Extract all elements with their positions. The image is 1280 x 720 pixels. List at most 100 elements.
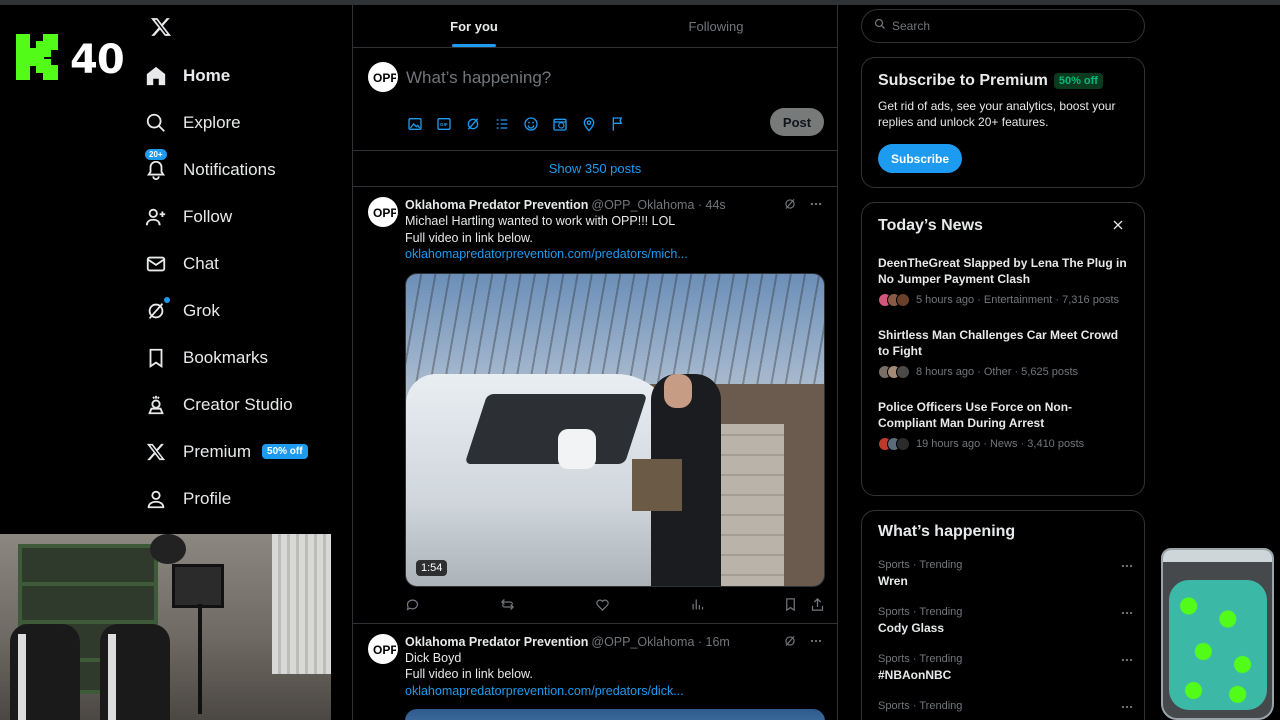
tweet[interactable]: OPP Oklahoma Predator Prevention @OPP_Ok… <box>353 624 837 720</box>
nav-item-grok[interactable]: Grok <box>140 287 340 334</box>
more-icon[interactable] <box>1120 700 1134 719</box>
like-icon[interactable] <box>595 597 610 612</box>
reply-icon[interactable] <box>405 597 420 612</box>
trend-name: Cody Glass <box>878 621 945 635</box>
svg-text:GIF: GIF <box>440 122 448 127</box>
subscribe-button[interactable]: Subscribe <box>878 144 963 173</box>
bookmark-icon[interactable] <box>783 597 798 612</box>
nav-item-creator-studio[interactable]: Creator Studio <box>140 381 340 428</box>
close-icon[interactable] <box>1110 217 1126 233</box>
news-meta: 19 hours ago · News · 3,410 posts <box>916 438 1085 450</box>
emoji-icon[interactable] <box>522 115 540 133</box>
tweet-header: Oklahoma Predator Prevention @OPP_Oklaho… <box>405 634 823 650</box>
viewer-count: 40 <box>70 36 125 83</box>
avatar-stack <box>878 293 910 307</box>
location-icon[interactable] <box>580 115 598 133</box>
more-icon[interactable] <box>1120 653 1134 672</box>
news-item[interactable]: DeenTheGreat Slapped by Lena The Plug in… <box>878 255 1128 307</box>
search-box[interactable] <box>861 9 1145 43</box>
tab-for-you[interactable]: For you <box>353 5 595 47</box>
more-icon[interactable] <box>809 197 823 216</box>
trend-item[interactable]: Sports · Trending <box>878 700 1133 712</box>
repost-icon[interactable] <box>500 597 515 612</box>
tweet-link[interactable]: oklahomapredatorprevention.com/predators… <box>405 246 823 263</box>
svg-text:OPP: OPP <box>373 643 396 657</box>
follow-icon <box>144 205 168 229</box>
author-name[interactable]: Oklahoma Predator Prevention <box>405 635 588 649</box>
more-icon[interactable] <box>1120 606 1134 625</box>
trend-meta: Sports · Trending <box>878 653 963 665</box>
nav-item-bookmarks[interactable]: Bookmarks <box>140 334 340 381</box>
stream-viewer-overlay: 40 <box>16 34 125 85</box>
avatar[interactable]: OPP <box>368 197 398 227</box>
webcam-chair <box>10 624 80 720</box>
author-handle-time[interactable]: @OPP_Oklahoma · 16m <box>591 635 729 649</box>
news-item[interactable]: Shirtless Man Challenges Car Meet Crowd … <box>878 327 1128 379</box>
show-new-posts-button[interactable]: Show 350 posts <box>353 151 837 187</box>
grok-new-dot <box>164 296 170 303</box>
premium-title: Subscribe to Premium <box>878 72 1048 89</box>
todays-news-card: Today’s News DeenTheGreat Slapped by Len… <box>861 202 1145 496</box>
premium-discount-badge: 50% off <box>262 444 308 459</box>
search-input[interactable] <box>892 19 1132 33</box>
trend-item[interactable]: Sports · Trending #NBAonNBC <box>878 653 1133 682</box>
whats-happening-card: What’s happening Sports · Trending Wren … <box>861 510 1145 720</box>
grok-icon <box>144 296 170 323</box>
schedule-icon[interactable] <box>551 115 569 133</box>
tab-following[interactable]: Following <box>595 5 837 47</box>
premium-discount-badge: 50% off <box>1053 73 1103 89</box>
nav-label: Bookmarks <box>183 347 269 367</box>
bookmark-icon <box>144 346 168 370</box>
more-icon[interactable] <box>809 634 823 653</box>
search-icon <box>874 17 886 35</box>
more-icon[interactable] <box>1120 559 1134 578</box>
x-logo-icon <box>144 440 168 464</box>
tweet-top-actions <box>783 634 823 653</box>
avatar-stack <box>878 437 910 451</box>
flag-icon[interactable] <box>609 115 627 133</box>
mail-icon <box>144 252 168 276</box>
tweet-top-actions <box>783 197 823 216</box>
grok-icon[interactable] <box>783 634 797 653</box>
nav-item-premium[interactable]: Premium 50% off <box>140 428 340 475</box>
grok-icon[interactable] <box>464 115 482 133</box>
nav-item-profile[interactable]: Profile <box>140 475 340 522</box>
nav-label: Notifications <box>183 159 276 179</box>
premium-card: Subscribe to Premium 50% off Get rid of … <box>861 57 1145 188</box>
tweet-action-bar <box>405 587 825 623</box>
tweet-video[interactable]: 1:54 <box>405 272 825 587</box>
share-icon[interactable] <box>810 597 825 612</box>
x-logo-icon[interactable] <box>144 10 178 44</box>
composer-input[interactable] <box>406 68 706 88</box>
tweet-video[interactable] <box>405 709 825 720</box>
notifications-badge: 20+ <box>144 147 168 161</box>
tweet[interactable]: OPP Oklahoma Predator Prevention @OPP_Ok… <box>353 187 837 624</box>
timeline-tabs: For you Following <box>353 5 837 48</box>
video-duration: 1:54 <box>416 559 448 576</box>
webcam-overlay <box>0 534 331 720</box>
nav-item-follow[interactable]: Follow <box>140 193 340 240</box>
avatar[interactable]: OPP <box>368 633 398 664</box>
image-icon[interactable] <box>406 115 424 133</box>
avatar-stack <box>878 365 910 379</box>
tweet-link[interactable]: oklahomapredatorprevention.com/predators… <box>405 683 823 700</box>
trend-item[interactable]: Sports · Trending Wren <box>878 559 1133 588</box>
news-item[interactable]: Police Officers Use Force on Non-Complia… <box>878 399 1128 451</box>
nav-item-notifications[interactable]: 20+ Notifications <box>140 146 340 193</box>
news-meta: 5 hours ago · Entertainment · 7,316 post… <box>916 294 1120 306</box>
nav-item-explore[interactable]: Explore <box>140 99 340 146</box>
nav-item-chat[interactable]: Chat <box>140 240 340 287</box>
poll-icon[interactable] <box>493 115 511 133</box>
author-name[interactable]: Oklahoma Predator Prevention <box>405 198 588 212</box>
avatar[interactable]: OPP <box>368 62 398 92</box>
trend-item[interactable]: Sports · Trending Cody Glass <box>878 606 1133 635</box>
trend-name: #NBAonNBC <box>878 668 952 682</box>
post-button[interactable]: Post <box>770 108 824 136</box>
nav-item-home[interactable]: Home <box>140 52 340 99</box>
gif-icon[interactable]: GIF <box>435 115 453 133</box>
composer-toolbar: GIF <box>406 115 627 133</box>
happening-title: What’s happening <box>878 523 1016 540</box>
author-handle-time[interactable]: @OPP_Oklahoma · 44s <box>591 198 725 212</box>
views-icon[interactable] <box>690 597 705 612</box>
grok-icon[interactable] <box>783 197 797 216</box>
